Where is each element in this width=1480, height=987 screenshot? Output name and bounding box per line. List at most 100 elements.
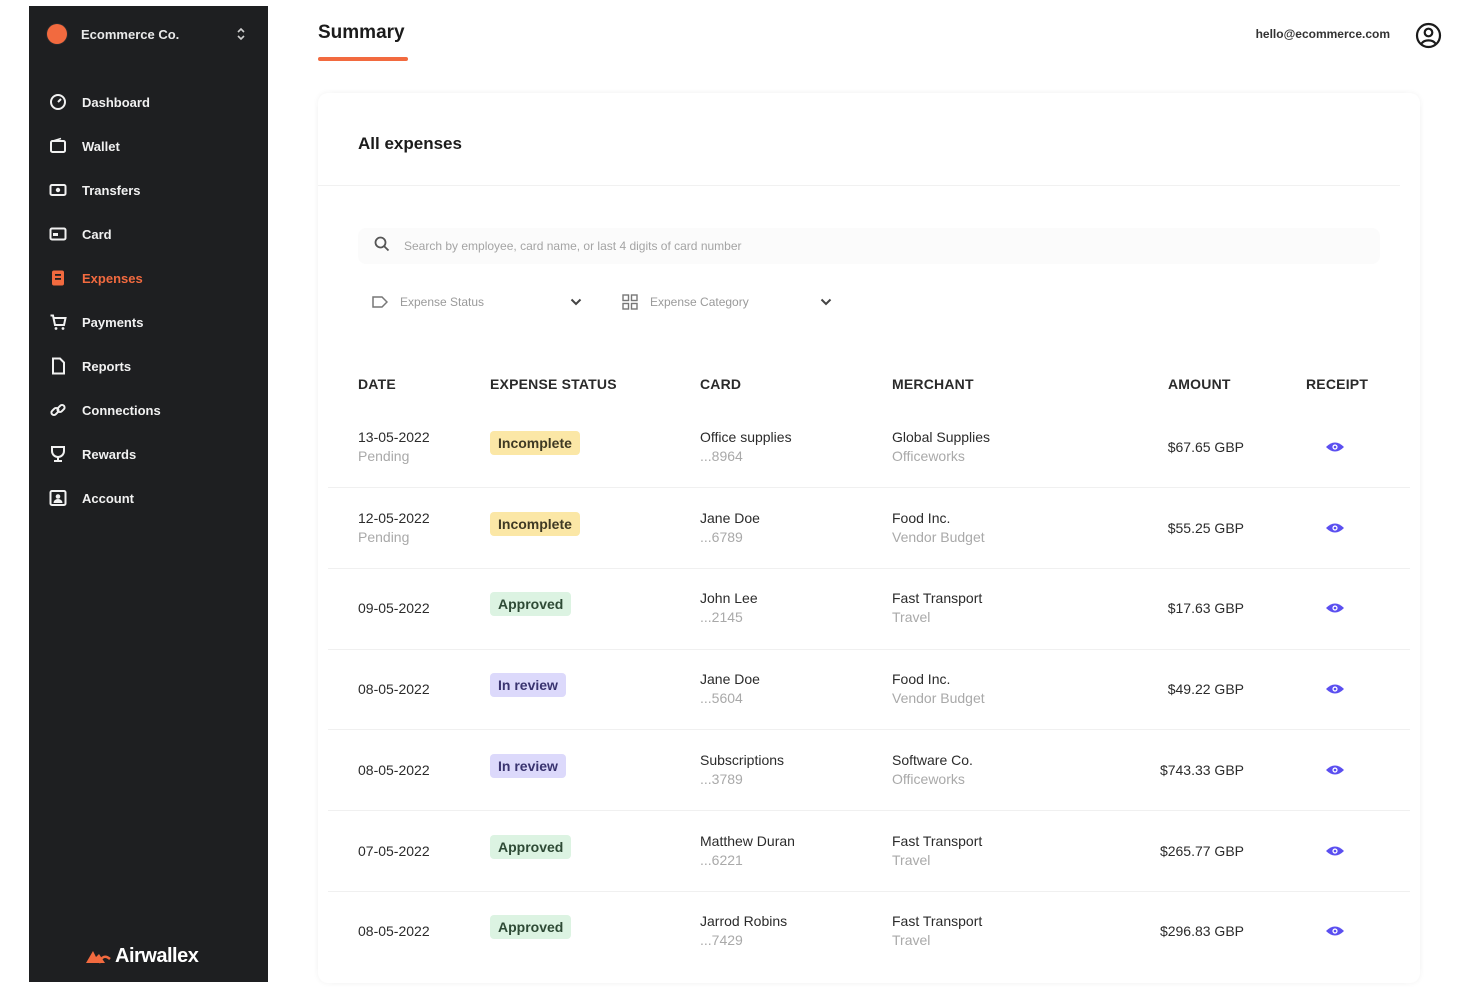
date-cell: 08-05-2022 bbox=[358, 681, 430, 697]
date-value: 08-05-2022 bbox=[358, 923, 430, 940]
card-last-digits: ...2145 bbox=[700, 609, 743, 626]
card-cell: Office supplies ...8964 bbox=[700, 429, 792, 464]
expenses-card: All expenses Expense Status Expense Cate… bbox=[318, 93, 1420, 983]
table-row[interactable]: 12-05-2022 Pending Incomplete Jane Doe .… bbox=[328, 488, 1410, 568]
dashboard-icon bbox=[49, 93, 67, 111]
expense-category-filter[interactable]: Expense Category bbox=[622, 285, 832, 319]
sidebar-item-connections[interactable]: Connections bbox=[49, 388, 254, 432]
merchant-category: Vendor Budget bbox=[892, 528, 985, 545]
merchant-category: Travel bbox=[892, 609, 931, 626]
card-last-digits: ...8964 bbox=[700, 448, 743, 464]
sidebar-item-wallet[interactable]: Wallet bbox=[49, 124, 254, 168]
org-name: Ecommerce Co. bbox=[81, 26, 180, 42]
sidebar-item-reports[interactable]: Reports bbox=[49, 344, 254, 388]
status-badge: Approved bbox=[490, 834, 572, 859]
view-receipt-icon[interactable] bbox=[1325, 440, 1345, 454]
wallet-icon bbox=[49, 137, 67, 155]
column-header-status[interactable]: EXPENSE STATUS bbox=[490, 376, 617, 392]
card-last-digits: ...6789 bbox=[700, 528, 743, 545]
card-last-digits: ...5604 bbox=[700, 690, 743, 707]
date-value: 08-05-2022 bbox=[358, 681, 430, 698]
card-cell: Jane Doe ...6789 bbox=[700, 510, 760, 545]
sidebar-item-label: Payments bbox=[82, 314, 144, 330]
view-receipt-icon[interactable] bbox=[1325, 682, 1345, 696]
card-last-digits: ...3789 bbox=[700, 770, 743, 787]
date-cell: 08-05-2022 bbox=[358, 923, 430, 939]
date-value: 13-05-2022 bbox=[358, 429, 430, 445]
date-cell: 09-05-2022 bbox=[358, 600, 430, 616]
sidebar: Ecommerce Co. Dashboard Wallet Transfers bbox=[29, 6, 268, 982]
sidebar-item-expenses[interactable]: Expenses bbox=[49, 256, 254, 300]
merchant-category: Vendor Budget bbox=[892, 690, 985, 707]
user-email: hello@ecommerce.com bbox=[1255, 27, 1390, 41]
transfers-icon bbox=[49, 181, 67, 199]
sidebar-item-label: Reports bbox=[82, 358, 132, 374]
search-input[interactable] bbox=[404, 239, 1104, 253]
merchant-cell: Fast Transport Travel bbox=[892, 590, 982, 625]
table-row[interactable]: 07-05-2022 Approved Matthew Duran ...622… bbox=[328, 811, 1410, 891]
table-row[interactable]: 08-05-2022 In review Subscriptions ...37… bbox=[328, 730, 1410, 810]
date-value: 08-05-2022 bbox=[358, 761, 430, 778]
card-name: Office supplies bbox=[700, 429, 792, 445]
expense-status-filter[interactable]: Expense Status bbox=[372, 285, 582, 319]
brand-logo: Airwallex bbox=[85, 945, 199, 968]
sidebar-item-dashboard[interactable]: Dashboard bbox=[49, 80, 254, 124]
card-cell: Jarrod Robins ...7429 bbox=[700, 913, 787, 948]
search-icon bbox=[374, 236, 390, 257]
view-receipt-icon[interactable] bbox=[1325, 521, 1345, 535]
column-header-amount[interactable]: AMOUNT bbox=[1168, 376, 1231, 392]
merchant-category: Travel bbox=[892, 851, 931, 868]
amount-cell: $49.22 GBP bbox=[1167, 681, 1244, 698]
merchant-name: Fast Transport bbox=[892, 913, 983, 930]
merchant-category: Officeworks bbox=[892, 448, 965, 464]
active-tab-indicator bbox=[318, 57, 408, 61]
table-row[interactable]: 09-05-2022 Approved John Lee ...2145 Fas… bbox=[328, 568, 1410, 648]
chevron-up-down-icon[interactable] bbox=[234, 27, 248, 41]
card-cell: Jane Doe ...5604 bbox=[700, 671, 760, 706]
org-logo bbox=[47, 24, 67, 44]
page-title[interactable]: Summary bbox=[318, 22, 405, 44]
merchant-cell: Food Inc. Vendor Budget bbox=[892, 671, 985, 706]
date-status: Pending bbox=[358, 528, 410, 545]
cart-icon bbox=[49, 313, 67, 331]
view-receipt-icon[interactable] bbox=[1325, 763, 1345, 777]
sidebar-item-payments[interactable]: Payments bbox=[49, 300, 254, 344]
user-profile-icon[interactable] bbox=[1415, 22, 1442, 49]
card-name: Jarrod Robins bbox=[700, 913, 788, 930]
chevron-down-icon bbox=[570, 298, 582, 306]
status-badge: Approved bbox=[490, 592, 572, 617]
view-receipt-icon[interactable] bbox=[1325, 844, 1345, 858]
sidebar-item-label: Account bbox=[82, 490, 134, 506]
amount-cell: $265.77 GBP bbox=[1159, 842, 1244, 859]
sidebar-item-rewards[interactable]: Rewards bbox=[49, 432, 254, 476]
table-row[interactable]: 08-05-2022 In review Jane Doe ...5604 Fo… bbox=[328, 649, 1410, 729]
sidebar-item-label: Wallet bbox=[82, 138, 120, 154]
view-receipt-icon[interactable] bbox=[1325, 601, 1345, 615]
table-row[interactable]: 13-05-2022 Pending Incomplete Office sup… bbox=[328, 407, 1410, 487]
card-last-digits: ...7429 bbox=[700, 932, 743, 949]
card-name: John Lee bbox=[700, 590, 758, 607]
merchant-cell: Software Co. Officeworks bbox=[892, 752, 973, 787]
expenses-title: All expenses bbox=[358, 134, 462, 153]
chevron-down-icon bbox=[820, 298, 832, 306]
column-header-date[interactable]: DATE bbox=[358, 376, 396, 392]
sidebar-item-account[interactable]: Account bbox=[49, 476, 254, 520]
search-bar[interactable] bbox=[358, 228, 1380, 264]
card-cell: John Lee ...2145 bbox=[700, 590, 758, 625]
date-cell: 13-05-2022 Pending bbox=[358, 429, 430, 464]
merchant-name: Global Supplies bbox=[892, 429, 991, 445]
merchant-name: Software Co. bbox=[892, 751, 973, 768]
sidebar-item-card[interactable]: Card bbox=[49, 212, 254, 256]
merchant-cell: Food Inc. Vendor Budget bbox=[892, 510, 985, 545]
column-header-card[interactable]: CARD bbox=[700, 376, 741, 392]
merchant-cell: Fast Transport Travel bbox=[892, 913, 982, 948]
column-header-receipt[interactable]: RECEIPT bbox=[1306, 376, 1368, 392]
table-row[interactable]: 08-05-2022 Approved Jarrod Robins ...742… bbox=[328, 891, 1410, 971]
column-header-merchant[interactable]: MERCHANT bbox=[892, 376, 974, 392]
card-cell: Matthew Duran ...6221 bbox=[700, 833, 795, 868]
view-receipt-icon[interactable] bbox=[1325, 924, 1345, 938]
account-icon bbox=[49, 489, 67, 507]
sidebar-item-transfers[interactable]: Transfers bbox=[49, 168, 254, 212]
org-switcher[interactable]: Ecommerce Co. bbox=[47, 22, 252, 46]
brand-name: Airwallex bbox=[115, 945, 199, 967]
